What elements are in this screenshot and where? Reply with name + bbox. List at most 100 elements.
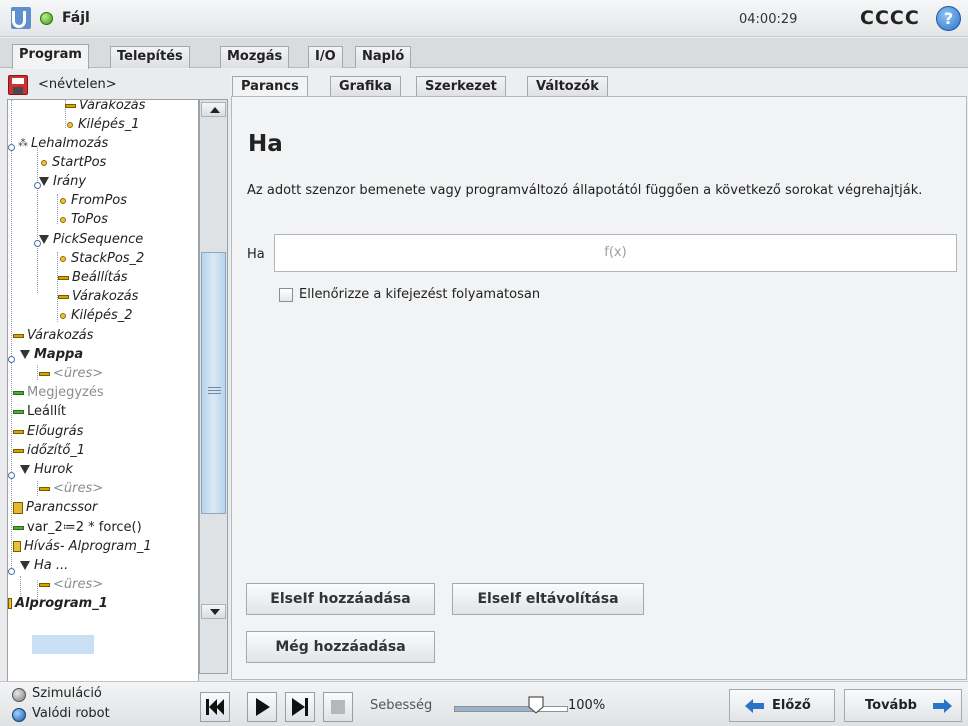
waypoint-icon (60, 216, 66, 223)
expander-icon[interactable] (8, 472, 15, 479)
remove-elseif-button[interactable]: ElseIf eltávolítása (452, 583, 644, 615)
tab-move[interactable]: Mozgás (220, 46, 290, 68)
step-icon (292, 698, 308, 716)
add-else-button[interactable]: Még hozzáadása (246, 631, 435, 663)
expander-icon[interactable] (8, 568, 15, 575)
expander-icon[interactable] (8, 144, 15, 151)
tree-node[interactable]: Beállítás (58, 268, 128, 287)
arrow-right-icon (933, 699, 952, 713)
expander-icon[interactable] (8, 356, 15, 363)
tab-log[interactable]: Napló (355, 46, 412, 68)
ur-logo-icon (11, 7, 31, 29)
slider-knob-icon[interactable] (528, 696, 544, 714)
tree-node[interactable]: Várakozás (13, 326, 93, 345)
speed-fill (455, 707, 537, 711)
stop-icon (331, 700, 345, 714)
tree-node[interactable]: Várakozás (65, 100, 145, 115)
arrow-left-icon (745, 699, 764, 713)
play-button[interactable] (247, 692, 277, 722)
subprogram-icon (8, 598, 12, 609)
help-button[interactable]: ? (936, 6, 961, 31)
tree-node[interactable]: StartPos (39, 153, 106, 172)
speed-value: 100% (568, 698, 606, 713)
set-icon (58, 275, 69, 280)
tree-node[interactable]: FromPos (58, 191, 127, 210)
sub-tab-bar: Parancs Grafika Szerkezet Változók (230, 69, 968, 99)
tab-variables[interactable]: Változók (527, 76, 608, 98)
title-bar: Fájl 04:00:29 CCCC ? (0, 0, 968, 37)
tree-node[interactable]: Megjegyzés (13, 383, 104, 402)
comment-icon (13, 390, 24, 395)
expression-field[interactable]: f(x) (274, 234, 957, 272)
tree-node[interactable]: Kilépés_1 (65, 115, 140, 134)
tree-node[interactable]: var_2≔2 * force() (13, 518, 142, 537)
tree-node[interactable]: <üres> (39, 364, 103, 383)
tree-node[interactable]: Leállít (13, 402, 66, 421)
tree-vertical-scrollbar[interactable] (199, 99, 228, 674)
tree-node[interactable]: Hívás- Alprogram_1 (13, 537, 152, 556)
speed-slider[interactable] (454, 706, 568, 712)
tree-node[interactable]: Irány (39, 172, 86, 191)
status-dot-icon (40, 12, 53, 25)
scroll-thumb[interactable] (201, 252, 226, 514)
robot-name: CCCC (860, 7, 920, 29)
tree-node[interactable]: Parancssor (13, 498, 97, 517)
tree-node[interactable]: Mappa (20, 345, 83, 364)
file-menu[interactable]: Fájl (62, 10, 90, 26)
empty-icon (39, 371, 50, 376)
skip-back-button[interactable] (200, 692, 230, 722)
tree-node[interactable]: Kilépés_2 (58, 306, 133, 325)
if-label: Ha (247, 247, 265, 262)
tree-node[interactable]: <üres> (39, 575, 103, 594)
save-icon[interactable] (8, 75, 28, 95)
clock: 04:00:29 (739, 12, 798, 27)
waypoint-icon (60, 312, 66, 319)
tree-node[interactable]: ⁂ Lehalmozás (18, 134, 108, 153)
stack-icon: ⁂ (18, 137, 28, 149)
arrow-down-icon (210, 609, 220, 615)
description-text: Az adott szenzor bemenete vagy programvá… (247, 183, 923, 198)
next-button[interactable]: Tovább (844, 689, 962, 722)
tree-node[interactable]: Hurok (20, 460, 73, 479)
program-tree-panel: <névtelen> Várakozás Kilépés_1 ⁂ Lehalmoz… (0, 69, 230, 726)
tree-node[interactable]: Alprogram_1 (8, 594, 108, 613)
tab-structure[interactable]: Szerkezet (416, 76, 506, 98)
tree-node-selected[interactable]: Ha ... (20, 556, 68, 575)
tree-node[interactable]: PickSequence (39, 230, 143, 249)
checkbox-label: Ellenőrizze a kifejezést folyamatosan (299, 287, 541, 302)
tab-command[interactable]: Parancs (232, 76, 308, 98)
continuous-checkbox[interactable] (279, 288, 293, 302)
wait-icon (58, 294, 69, 299)
step-button[interactable] (285, 692, 315, 722)
skip-back-icon (206, 699, 224, 715)
waypoint-icon (60, 197, 66, 204)
timer-icon (13, 448, 24, 453)
tab-installation[interactable]: Telepítés (110, 46, 190, 68)
stop-button[interactable] (323, 692, 353, 722)
arrow-up-icon (210, 107, 220, 113)
add-elseif-button[interactable]: ElseIf hozzáadása (246, 583, 435, 615)
scroll-up-button[interactable] (201, 102, 226, 117)
program-name-row: <névtelen> (8, 73, 228, 99)
halt-icon (13, 409, 24, 414)
call-icon (13, 541, 21, 552)
program-name: <névtelen> (38, 77, 117, 92)
tab-program[interactable]: Program (12, 44, 89, 69)
tree-node[interactable]: időzítő_1 (13, 441, 85, 460)
main-tab-bar: Program Telepítés Mozgás I/O Napló (0, 38, 968, 69)
scroll-down-button[interactable] (201, 604, 226, 619)
tree-node[interactable]: ToPos (58, 210, 108, 229)
tree-node[interactable]: Előugrás (13, 422, 83, 441)
program-tree: Várakozás Kilépés_1 ⁂ Lehalmozás StartPos… (7, 99, 199, 689)
assignment-icon (13, 525, 24, 530)
tree-node[interactable]: Várakozás (58, 287, 138, 306)
tree-node[interactable]: StackPos_2 (58, 249, 144, 268)
app-window: Fájl 04:00:29 CCCC ? Program Telepítés M… (0, 0, 968, 726)
if-icon (20, 561, 30, 570)
tree-node[interactable]: <üres> (39, 479, 103, 498)
previous-button[interactable]: Előző (729, 689, 835, 722)
tab-graphics[interactable]: Grafika (330, 76, 401, 98)
tab-io[interactable]: I/O (308, 46, 343, 68)
empty-icon (39, 582, 50, 587)
wait-icon (65, 103, 76, 108)
